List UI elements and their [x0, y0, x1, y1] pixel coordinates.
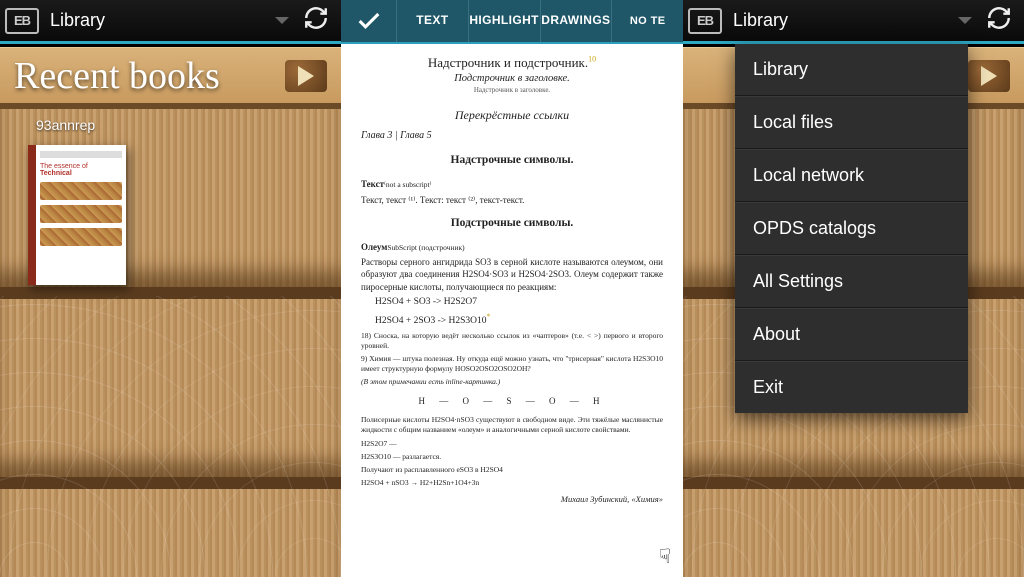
book-cover[interactable]: The essence ofTechnical [28, 145, 126, 285]
menu-item-about[interactable]: About [735, 308, 968, 361]
confirm-button[interactable] [341, 0, 397, 42]
formula-2: H2SO4 + 2SO3 -> H2S3O10 [375, 316, 487, 326]
chapter-links: Глава 3 | Глава 5 [361, 129, 663, 143]
line3: Получают из расплавленного eSO3 в H2SO4 [361, 465, 663, 475]
footnote-9: 9) Химия — штука полезная. Ну откуда ещё… [361, 354, 663, 374]
tab-highlight[interactable]: HIGHLIGHT [469, 0, 541, 42]
tab-note[interactable]: NO TE [612, 0, 683, 42]
menu-item-opds[interactable]: OPDS catalogs [735, 202, 968, 255]
main-menu: Library Local files Local network OPDS c… [735, 44, 968, 413]
chem-diagram: H — O — S — O — H [361, 395, 663, 407]
topbar: EB Library [683, 0, 1024, 44]
tab-drawings[interactable]: DRAWINGS [541, 0, 613, 42]
document-viewport[interactable]: Надстрочник и подстрочник.10 Подстрочник… [341, 44, 683, 577]
screenshot-middle: TEXT HIGHLIGHT DRAWINGS NO TE Надстрочни… [341, 0, 683, 577]
dropdown-icon[interactable] [958, 17, 972, 24]
footnote-italic: (В этом примечании есть inline-картинка.… [361, 377, 663, 387]
section-sup: Надстрочные символы. [361, 153, 663, 169]
signature: Михаил Зубинский, «Химия» [361, 494, 663, 505]
app-logo[interactable]: EB [0, 0, 44, 43]
formula-1: H2SO4 + SO3 -> H2S2O7 [375, 296, 663, 309]
topbar-title: Library [733, 10, 788, 31]
crossref-heading: Перекрёстные ссылки [361, 107, 663, 123]
recent-books-banner: Recent books [0, 47, 341, 109]
topbar-title: Library [50, 10, 105, 31]
topbar: EB Library [0, 0, 341, 44]
tab-text[interactable]: TEXT [397, 0, 469, 42]
line1: H2S2O7 — [361, 439, 663, 449]
doc-subheading: Подстрочник в заголовке. [361, 72, 663, 86]
hand-icon[interactable]: ☟ [659, 544, 671, 569]
shelf-row [0, 489, 341, 577]
screenshot-left: EB Library Recent books 93annrep The ess… [0, 0, 341, 577]
shelf-row: 93annrep The essence ofTechnical [0, 109, 341, 299]
line2: H2S3O10 — разлагается. [361, 452, 663, 462]
book-title-label: 93annrep [36, 117, 95, 133]
menu-item-local-files[interactable]: Local files [735, 96, 968, 149]
menu-item-library[interactable]: Library [735, 44, 968, 96]
oleum-head: Олеум [361, 242, 387, 252]
text-line: Текст, текст ⁽¹⁾. Текст: текст ⁽²⁾, текс… [361, 194, 663, 206]
menu-item-settings[interactable]: All Settings [735, 255, 968, 308]
dropdown-icon[interactable] [275, 17, 289, 24]
doc-smallheading: Надстрочник в заголовке. [361, 86, 663, 95]
bookshelf: Recent books 93annrep The essence ofTech… [0, 47, 341, 577]
doc-heading: Надстрочник и подстрочник. [428, 55, 588, 70]
oleum-paragraph: Растворы серного ангидрида SO3 в серной … [361, 256, 663, 292]
line4: H2SO4 + nSO3 → H2+H2Sn+1O4+3n [361, 478, 663, 488]
reader-toolbar: TEXT HIGHLIGHT DRAWINGS NO TE [341, 0, 683, 44]
shelf-row [0, 299, 341, 489]
arrow-icon[interactable] [968, 60, 1010, 92]
menu-item-local-network[interactable]: Local network [735, 149, 968, 202]
poly-paragraph: Полисерные кислоты H2SO4·nSO3 существуют… [361, 415, 663, 435]
arrow-icon[interactable] [285, 60, 327, 92]
screenshot-right: EB Library ks Library Local files Local … [683, 0, 1024, 577]
banner-title: Recent books [14, 54, 285, 98]
refresh-icon[interactable] [986, 5, 1012, 36]
app-logo[interactable]: EB [683, 0, 727, 43]
footnote-18: 18) Сноска, на которую ведёт несколько с… [361, 331, 663, 351]
section-sub: Подстрочные символы. [361, 216, 663, 232]
refresh-icon[interactable] [303, 5, 329, 36]
text-label: Текст [361, 179, 384, 189]
menu-item-exit[interactable]: Exit [735, 361, 968, 413]
